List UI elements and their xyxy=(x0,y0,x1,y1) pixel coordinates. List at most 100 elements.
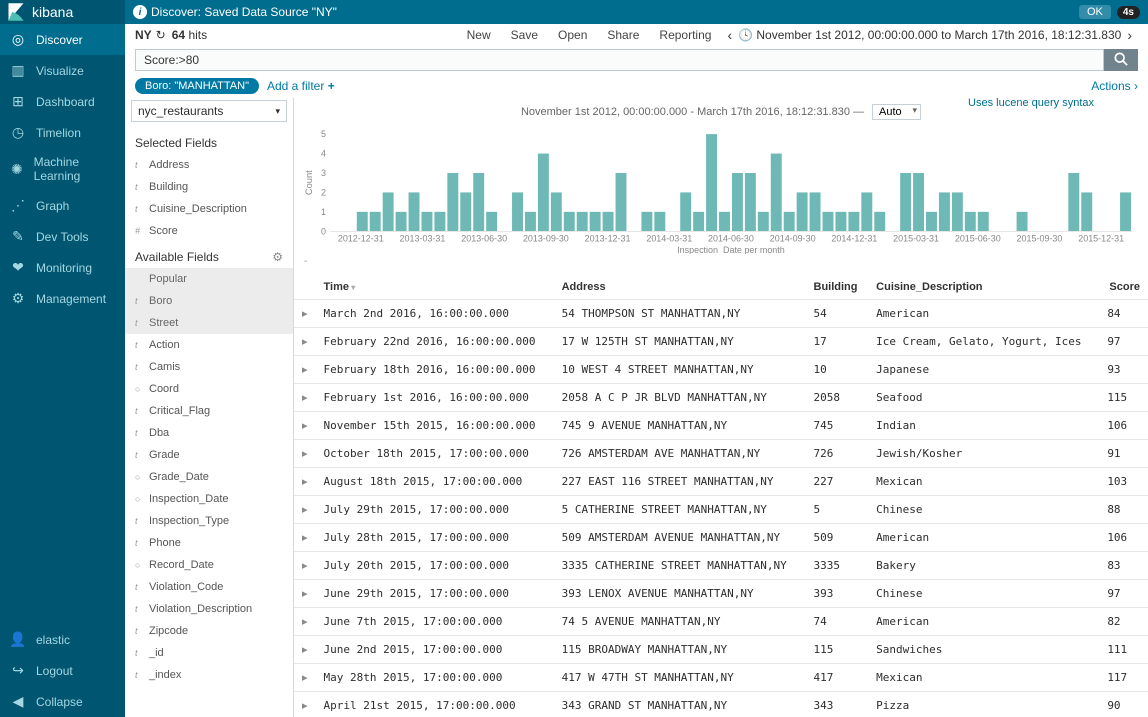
table-row[interactable]: ▸November 15th 2015, 16:00:00.000745 9 A… xyxy=(294,412,1148,440)
index-pattern-select[interactable]: nyc_restaurants▾ xyxy=(131,100,287,122)
field-action[interactable]: tAction xyxy=(125,334,293,356)
filter-pill[interactable]: Boro: "MANHATTAN" xyxy=(135,78,259,94)
table-row[interactable]: ▸June 2nd 2015, 17:00:00.000115 BROADWAY… xyxy=(294,636,1148,664)
col-building[interactable]: Building xyxy=(806,275,869,300)
menu-save[interactable]: Save xyxy=(511,28,538,42)
menu-open[interactable]: Open xyxy=(558,28,587,42)
nav-item-graph[interactable]: ⋰Graph xyxy=(0,190,125,221)
field-zipcode[interactable]: tZipcode xyxy=(125,620,293,642)
expand-icon[interactable]: ▸ xyxy=(294,636,316,664)
expand-icon[interactable]: ▸ xyxy=(294,412,316,440)
field-grade[interactable]: tGrade xyxy=(125,444,293,466)
expand-icon[interactable]: ▸ xyxy=(294,608,316,636)
menu-reporting[interactable]: Reporting xyxy=(659,28,711,42)
field-coord[interactable]: ○Coord xyxy=(125,378,293,400)
expand-icon[interactable]: ▸ xyxy=(294,328,316,356)
nav-item-logout[interactable]: ↪Logout xyxy=(0,655,125,686)
table-row[interactable]: ▸February 1st 2016, 16:00:00.0002058 A C… xyxy=(294,384,1148,412)
nav-item-timelion[interactable]: ◷Timelion xyxy=(0,117,125,148)
field-building[interactable]: tBuilding xyxy=(125,176,293,198)
field-cuisine_description[interactable]: tCuisine_Description xyxy=(125,198,293,220)
refresh-badge[interactable]: 4s xyxy=(1117,6,1140,19)
table-row[interactable]: ▸June 7th 2015, 17:00:00.00074 5 AVENUE … xyxy=(294,608,1148,636)
cell-score: 117 xyxy=(1099,664,1148,692)
col-address[interactable]: Address xyxy=(554,275,806,300)
histogram-chart[interactable]: 012345Count2012-12-312013-03-312013-06-3… xyxy=(294,126,1148,256)
nav-item-monitoring[interactable]: ❤Monitoring xyxy=(0,252,125,283)
query-input[interactable] xyxy=(135,49,1104,71)
expand-icon[interactable]: ▸ xyxy=(294,692,316,717)
field-street[interactable]: tStreet xyxy=(125,312,293,334)
expand-icon[interactable]: ▸ xyxy=(294,468,316,496)
nav-label: Management xyxy=(36,292,106,306)
table-row[interactable]: ▸July 29th 2015, 17:00:00.0005 CATHERINE… xyxy=(294,496,1148,524)
nav-icon: ◎ xyxy=(10,31,26,48)
ok-button[interactable]: OK xyxy=(1079,5,1111,19)
expand-icon[interactable]: ▸ xyxy=(294,440,316,468)
nav-item-dashboard[interactable]: ⊞Dashboard xyxy=(0,86,125,117)
field-violation_code[interactable]: tViolation_Code xyxy=(125,576,293,598)
svg-text:1: 1 xyxy=(321,207,326,217)
col-score[interactable]: Score xyxy=(1099,275,1148,300)
field-camis[interactable]: tCamis xyxy=(125,356,293,378)
nav-item-machine-learning[interactable]: ✺Machine Learning xyxy=(0,148,125,190)
refresh-icon[interactable]: ↻ xyxy=(156,28,166,42)
expand-icon[interactable]: ▸ xyxy=(294,300,316,328)
field-score[interactable]: #Score xyxy=(125,220,293,242)
add-filter-link[interactable]: Add a filter + xyxy=(267,79,335,93)
nav-item-elastic[interactable]: 👤elastic xyxy=(0,624,125,655)
table-row[interactable]: ▸October 18th 2015, 17:00:00.000726 AMST… xyxy=(294,440,1148,468)
table-row[interactable]: ▸August 18th 2015, 17:00:00.000227 EAST … xyxy=(294,468,1148,496)
menu-new[interactable]: New xyxy=(467,28,491,42)
search-button[interactable] xyxy=(1104,49,1138,71)
col-time[interactable]: Time xyxy=(316,275,554,300)
field-violation_description[interactable]: tViolation_Description xyxy=(125,598,293,620)
field-_index[interactable]: t_index xyxy=(125,664,293,686)
field-inspection_date[interactable]: ○Inspection_Date xyxy=(125,488,293,510)
nav-item-discover[interactable]: ◎Discover xyxy=(0,24,125,55)
nav-item-collapse[interactable]: ◀Collapse xyxy=(0,686,125,717)
brand-text: kibana xyxy=(32,4,73,20)
field-address[interactable]: tAddress xyxy=(125,154,293,176)
datasource-name[interactable]: NY xyxy=(135,28,152,42)
table-row[interactable]: ▸July 28th 2015, 17:00:00.000509 AMSTERD… xyxy=(294,524,1148,552)
table-row[interactable]: ▸February 22nd 2016, 16:00:00.00017 W 12… xyxy=(294,328,1148,356)
gear-icon[interactable]: ⚙ xyxy=(272,250,283,264)
cell-score: 83 xyxy=(1099,552,1148,580)
table-row[interactable]: ▸April 21st 2015, 17:00:00.000343 GRAND … xyxy=(294,692,1148,717)
expand-icon[interactable]: ▸ xyxy=(294,384,316,412)
field-inspection_type[interactable]: tInspection_Type xyxy=(125,510,293,532)
field-dba[interactable]: tDba xyxy=(125,422,293,444)
field-boro[interactable]: tBoro xyxy=(125,290,293,312)
interval-select[interactable]: Auto xyxy=(872,104,921,120)
expand-icon[interactable]: ▸ xyxy=(294,552,316,580)
expand-icon[interactable]: ▸ xyxy=(294,356,316,384)
svg-text:3: 3 xyxy=(321,168,326,178)
table-row[interactable]: ▸March 2nd 2016, 16:00:00.00054 THOMPSON… xyxy=(294,300,1148,328)
table-row[interactable]: ▸May 28th 2015, 17:00:00.000417 W 47TH S… xyxy=(294,664,1148,692)
nav-item-dev-tools[interactable]: ✎Dev Tools xyxy=(0,221,125,252)
table-row[interactable]: ▸February 18th 2016, 16:00:00.00010 WEST… xyxy=(294,356,1148,384)
field-phone[interactable]: tPhone xyxy=(125,532,293,554)
cell-cuisine: American xyxy=(868,608,1099,636)
expand-icon[interactable]: ▸ xyxy=(294,524,316,552)
col-cuisine_description[interactable]: Cuisine_Description xyxy=(868,275,1099,300)
field-critical_flag[interactable]: tCritical_Flag xyxy=(125,400,293,422)
logo[interactable]: kibana xyxy=(0,0,125,24)
filter-actions-link[interactable]: Actions › xyxy=(1091,79,1138,93)
time-picker[interactable]: 🕓 November 1st 2012, 00:00:00.000 to Mar… xyxy=(738,28,1121,42)
nav-item-visualize[interactable]: ▥Visualize xyxy=(0,55,125,86)
time-next-icon[interactable]: › xyxy=(1121,27,1138,43)
field-grade_date[interactable]: ○Grade_Date xyxy=(125,466,293,488)
expand-icon[interactable]: ▸ xyxy=(294,580,316,608)
nav-item-management[interactable]: ⚙Management xyxy=(0,283,125,314)
field-_id[interactable]: t_id xyxy=(125,642,293,664)
collapse-chart-icon[interactable]: ˆ xyxy=(294,256,1148,275)
table-row[interactable]: ▸July 20th 2015, 17:00:00.0003335 CATHER… xyxy=(294,552,1148,580)
time-prev-icon[interactable]: ‹ xyxy=(721,27,738,43)
field-record_date[interactable]: ○Record_Date xyxy=(125,554,293,576)
table-row[interactable]: ▸June 29th 2015, 17:00:00.000393 LENOX A… xyxy=(294,580,1148,608)
expand-icon[interactable]: ▸ xyxy=(294,664,316,692)
expand-icon[interactable]: ▸ xyxy=(294,496,316,524)
menu-share[interactable]: Share xyxy=(607,28,639,42)
